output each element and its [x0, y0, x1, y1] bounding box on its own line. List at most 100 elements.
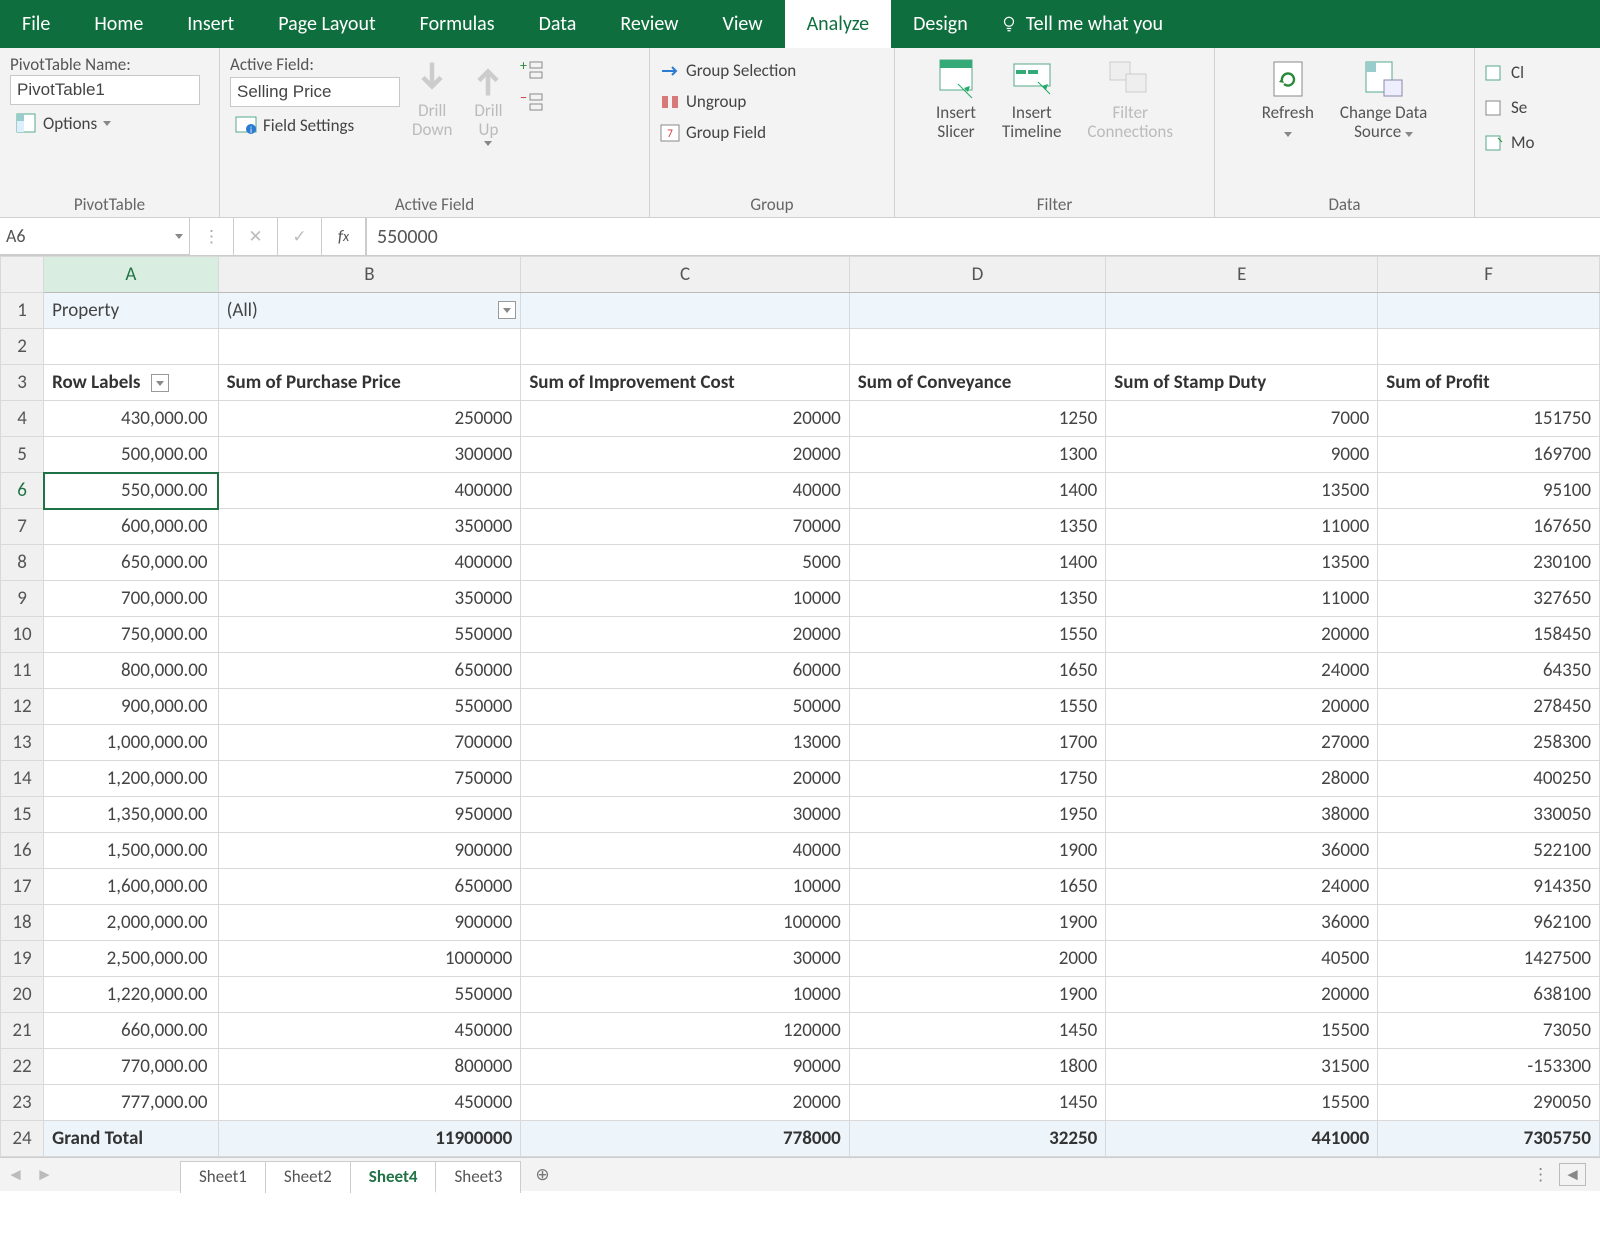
enter-formula-button[interactable]: ✓ — [278, 218, 322, 255]
name-box[interactable]: A6 — [0, 218, 190, 255]
cell-C24[interactable]: 778000 — [521, 1121, 849, 1157]
row-header-21[interactable]: 21 — [1, 1013, 44, 1049]
cell-D16[interactable]: 1900 — [849, 833, 1106, 869]
cell-D15[interactable]: 1950 — [849, 797, 1106, 833]
cell-D2[interactable] — [849, 329, 1106, 365]
column-header-D[interactable]: D — [849, 257, 1106, 293]
cell-F21[interactable]: 73050 — [1378, 1013, 1600, 1049]
cell-C15[interactable]: 30000 — [521, 797, 849, 833]
cell-E23[interactable]: 15500 — [1106, 1085, 1378, 1121]
cell-C16[interactable]: 40000 — [521, 833, 849, 869]
clear-button[interactable]: Cl — [1485, 60, 1590, 85]
row-header-2[interactable]: 2 — [1, 329, 44, 365]
row-header-3[interactable]: 3 — [1, 365, 44, 401]
cell-E17[interactable]: 24000 — [1106, 869, 1378, 905]
cell-D4[interactable]: 1250 — [849, 401, 1106, 437]
pivot-header-0[interactable]: Row Labels — [44, 365, 218, 401]
cell-F10[interactable]: 158450 — [1378, 617, 1600, 653]
cell-D10[interactable]: 1550 — [849, 617, 1106, 653]
sheet-nav-next[interactable]: ► — [36, 1164, 53, 1185]
cancel-formula-button[interactable]: ✕ — [234, 218, 278, 255]
row-header-7[interactable]: 7 — [1, 509, 44, 545]
cell-E13[interactable]: 27000 — [1106, 725, 1378, 761]
select-button[interactable]: Se — [1485, 95, 1590, 120]
cell-C4[interactable]: 20000 — [521, 401, 849, 437]
fx-button[interactable]: fx — [322, 218, 366, 255]
cell-A16[interactable]: 1,500,000.00 — [44, 833, 218, 869]
cell-A19[interactable]: 2,500,000.00 — [44, 941, 218, 977]
sheet-tab-Sheet4[interactable]: Sheet4 — [351, 1161, 437, 1193]
cell-F7[interactable]: 167650 — [1378, 509, 1600, 545]
tab-review[interactable]: Review — [598, 0, 700, 48]
row-header-14[interactable]: 14 — [1, 761, 44, 797]
row-header-5[interactable]: 5 — [1, 437, 44, 473]
cell-A21[interactable]: 660,000.00 — [44, 1013, 218, 1049]
cell-E5[interactable]: 9000 — [1106, 437, 1378, 473]
cell-D7[interactable]: 1350 — [849, 509, 1106, 545]
cell-E15[interactable]: 38000 — [1106, 797, 1378, 833]
sheet-tab-Sheet3[interactable]: Sheet3 — [436, 1161, 521, 1193]
cell-C20[interactable]: 10000 — [521, 977, 849, 1013]
cell-A6[interactable]: 550,000.00 — [44, 473, 218, 509]
drill-down-button[interactable]: Drill Down — [406, 54, 458, 143]
cell-B16[interactable]: 900000 — [218, 833, 521, 869]
cell-F5[interactable]: 169700 — [1378, 437, 1600, 473]
cell-C19[interactable]: 30000 — [521, 941, 849, 977]
cell-F9[interactable]: 327650 — [1378, 581, 1600, 617]
cell-D23[interactable]: 1450 — [849, 1085, 1106, 1121]
cell-D19[interactable]: 2000 — [849, 941, 1106, 977]
cell-A4[interactable]: 430,000.00 — [44, 401, 218, 437]
active-field-input[interactable] — [230, 77, 400, 107]
expand-field-icon[interactable]: + — [518, 60, 544, 80]
cell-D24[interactable]: 32250 — [849, 1121, 1106, 1157]
cell-D8[interactable]: 1400 — [849, 545, 1106, 581]
tab-formulas[interactable]: Formulas — [398, 0, 517, 48]
spreadsheet-grid[interactable]: ABCDEF1Property(All)23Row Labels Sum of … — [0, 256, 1600, 1157]
cell-D13[interactable]: 1700 — [849, 725, 1106, 761]
cell-E12[interactable]: 20000 — [1106, 689, 1378, 725]
cell-C2[interactable] — [521, 329, 849, 365]
cell-F11[interactable]: 64350 — [1378, 653, 1600, 689]
cell-C7[interactable]: 70000 — [521, 509, 849, 545]
cell-D14[interactable]: 1750 — [849, 761, 1106, 797]
group-field-button[interactable]: 7 Group Field — [660, 120, 884, 145]
row-header-10[interactable]: 10 — [1, 617, 44, 653]
cell-F1[interactable] — [1378, 293, 1600, 329]
ungroup-button[interactable]: Ungroup — [660, 89, 884, 114]
sheet-tab-Sheet1[interactable]: Sheet1 — [180, 1161, 266, 1193]
group-selection-button[interactable]: Group Selection — [660, 58, 884, 83]
column-header-E[interactable]: E — [1106, 257, 1378, 293]
cell-F16[interactable]: 522100 — [1378, 833, 1600, 869]
cell-E4[interactable]: 7000 — [1106, 401, 1378, 437]
insert-slicer-button[interactable]: Insert Slicer — [930, 54, 982, 145]
cell-F13[interactable]: 258300 — [1378, 725, 1600, 761]
cell-F22[interactable]: -153300 — [1378, 1049, 1600, 1085]
cell-E16[interactable]: 36000 — [1106, 833, 1378, 869]
pivot-name-input[interactable] — [10, 75, 200, 105]
tab-home[interactable]: Home — [72, 0, 165, 48]
cell-A23[interactable]: 777,000.00 — [44, 1085, 218, 1121]
cell-B2[interactable] — [218, 329, 521, 365]
pivot-header-4[interactable]: Sum of Stamp Duty — [1106, 365, 1378, 401]
cell-C6[interactable]: 40000 — [521, 473, 849, 509]
field-settings-button[interactable]: i Field Settings — [230, 111, 400, 139]
cell-C10[interactable]: 20000 — [521, 617, 849, 653]
cell-E24[interactable]: 441000 — [1106, 1121, 1378, 1157]
cell-E9[interactable]: 11000 — [1106, 581, 1378, 617]
drill-up-button[interactable]: Drill Up — [464, 54, 512, 150]
move-button[interactable]: Mo — [1485, 130, 1590, 155]
row-header-22[interactable]: 22 — [1, 1049, 44, 1085]
row-header-23[interactable]: 23 — [1, 1085, 44, 1121]
cell-C8[interactable]: 5000 — [521, 545, 849, 581]
cell-F2[interactable] — [1378, 329, 1600, 365]
cell-C9[interactable]: 10000 — [521, 581, 849, 617]
insert-timeline-button[interactable]: Insert Timeline — [996, 54, 1067, 145]
cell-B1[interactable]: (All) — [218, 293, 521, 329]
column-header-B[interactable]: B — [218, 257, 521, 293]
sheet-nav-prev[interactable]: ◄ — [7, 1164, 24, 1185]
row-header-12[interactable]: 12 — [1, 689, 44, 725]
tab-view[interactable]: View — [700, 0, 784, 48]
pivot-options-button[interactable]: Options — [10, 109, 209, 137]
cell-A8[interactable]: 650,000.00 — [44, 545, 218, 581]
cell-B22[interactable]: 800000 — [218, 1049, 521, 1085]
